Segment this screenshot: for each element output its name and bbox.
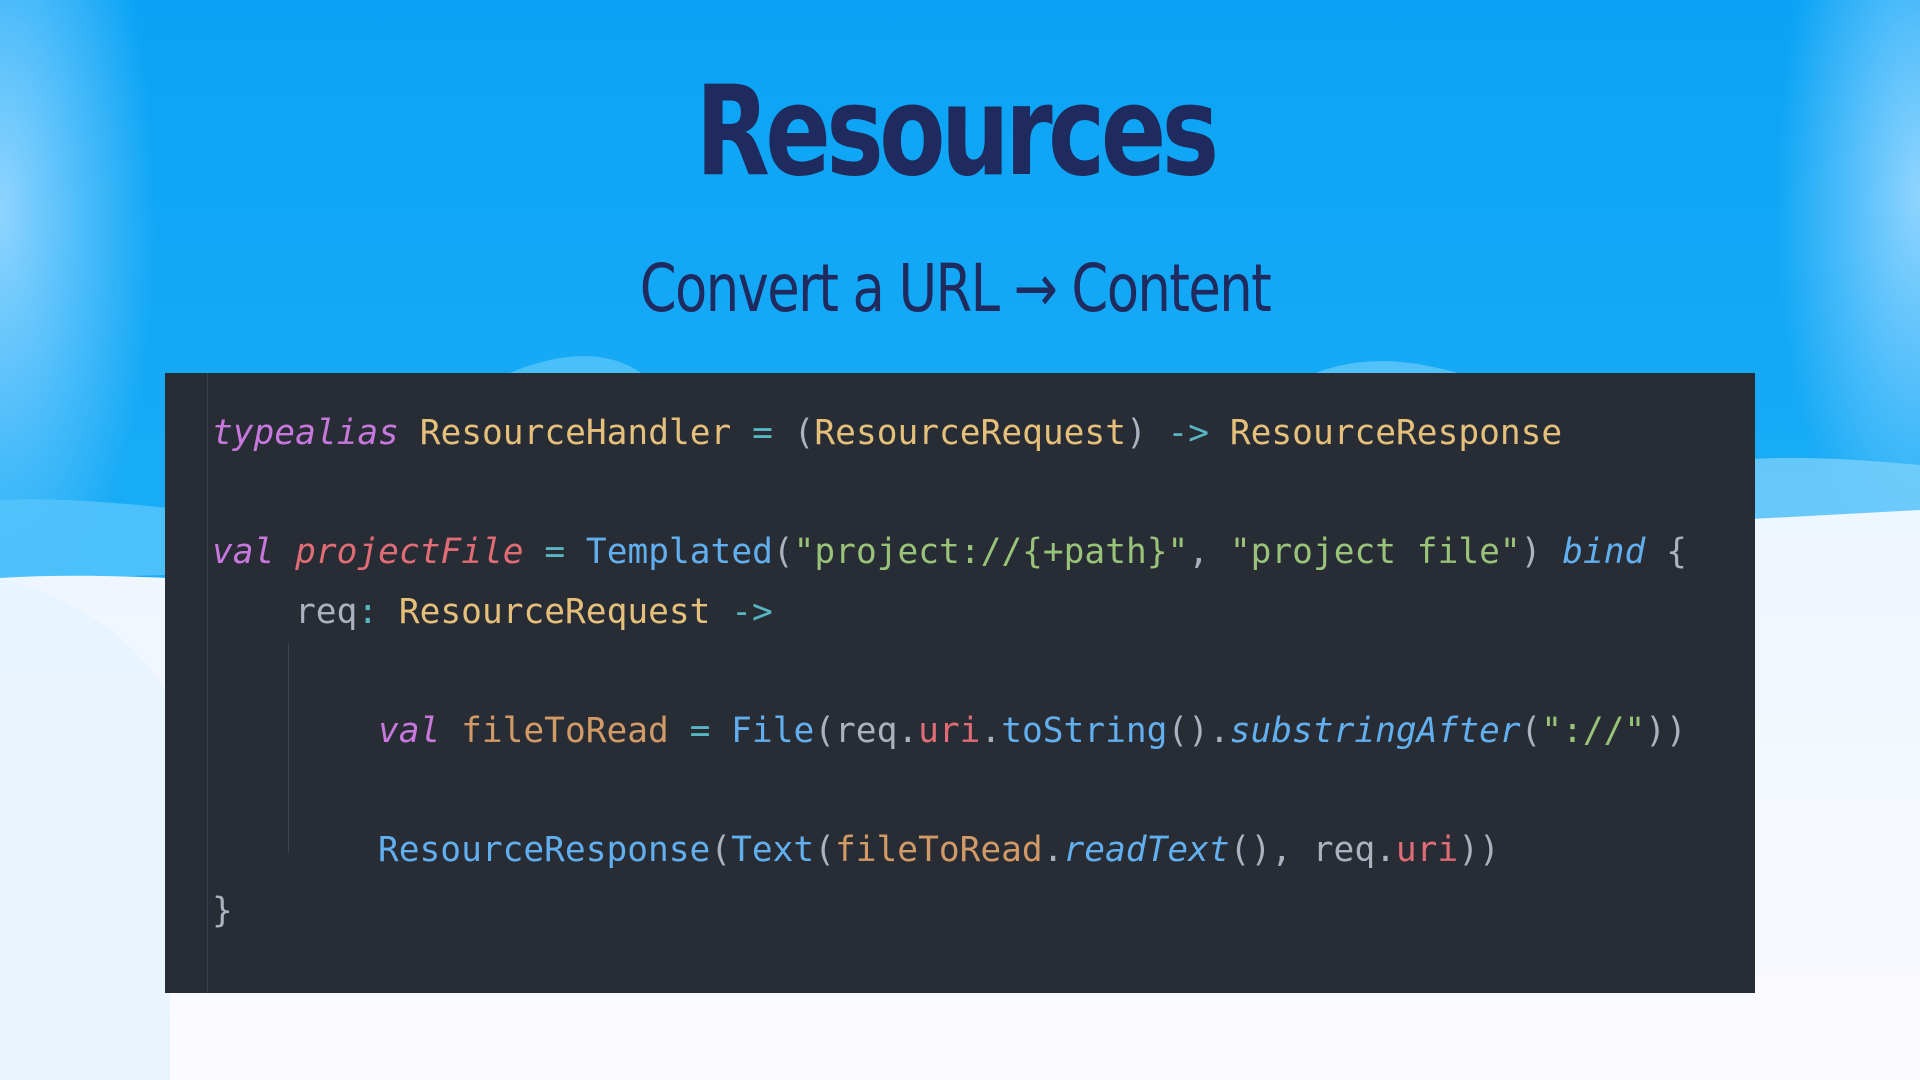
punctuation: , [1271,830,1292,870]
operator: = [752,413,773,453]
punctuation: () [1229,830,1272,870]
code-line-projectfile: val projectFile = Templated("project://{… [212,530,1687,574]
punctuation: . [1208,711,1230,751]
keyword: val [378,711,441,751]
code-line-typealias: typealias ResourceHandler = (ResourceReq… [212,411,1562,455]
slide-subtitle: Convert a URL → Content [639,250,1272,327]
punctuation: : [357,592,379,632]
punctuation: , [1188,532,1210,572]
punctuation: ( [814,711,836,751]
punctuation: . [980,711,1002,751]
punctuation: ( [793,413,815,453]
keyword: typealias [212,413,399,453]
punctuation: . [897,711,919,751]
punctuation: )) [1645,711,1687,751]
code-line-filetoread: val fileToRead = File(req.uri.toString()… [378,709,1687,753]
function-name: ResourceResponse [378,830,711,870]
operator: = [544,532,566,572]
function-name: Templated [585,532,773,572]
code-line-lambda-param: req: ResourceRequest -> [295,590,773,634]
slide-title: Resources [695,60,1219,204]
type-name: ResourceRequest [814,413,1126,453]
punctuation: ( [1520,711,1542,751]
keyword: val [212,532,275,572]
infix-function: bind [1562,532,1646,572]
property-name: uri [1395,830,1459,870]
extension-function: substringAfter [1229,711,1521,751]
local-variable: fileToRead [461,711,669,751]
extension-function: readText [1063,830,1230,870]
parameter-name: req [295,592,358,632]
gutter-divider [207,373,208,993]
punctuation: ( [814,830,835,870]
receiver-name: req [1312,830,1376,870]
property-name: uri [918,711,981,751]
punctuation: ( [710,830,732,870]
punctuation: { [1666,532,1687,572]
arrow-operator: -> [1167,413,1210,453]
function-name: File [731,711,815,751]
type-name: ResourceRequest [398,592,711,632]
string-literal: "://" [1541,711,1646,751]
punctuation: )) [1458,830,1500,870]
type-name: ResourceResponse [1229,413,1563,453]
punctuation: . [1042,830,1064,870]
code-block: typealias ResourceHandler = (ResourceReq… [165,373,1755,993]
code-line-close-brace: } [212,889,233,933]
variable-name: projectFile [295,532,524,572]
punctuation: } [212,891,233,931]
punctuation: () [1167,711,1209,751]
operator: = [689,711,711,751]
indent-guide [288,643,289,853]
punctuation: . [1375,830,1396,870]
code-line-response: ResourceResponse(Text(fileToRead.readTex… [378,828,1500,872]
receiver-name: req [835,711,898,751]
punctuation: ) [1520,532,1542,572]
punctuation: ( [772,532,794,572]
string-literal: "project://{+path}" [793,532,1189,572]
string-literal: "project file" [1229,532,1521,572]
punctuation: ) [1125,413,1147,453]
type-name: ResourceHandler [419,413,732,453]
function-name: toString [1001,711,1168,751]
arrow-operator: -> [731,592,773,632]
function-name: Text [731,830,815,870]
local-variable: fileToRead [835,830,1043,870]
